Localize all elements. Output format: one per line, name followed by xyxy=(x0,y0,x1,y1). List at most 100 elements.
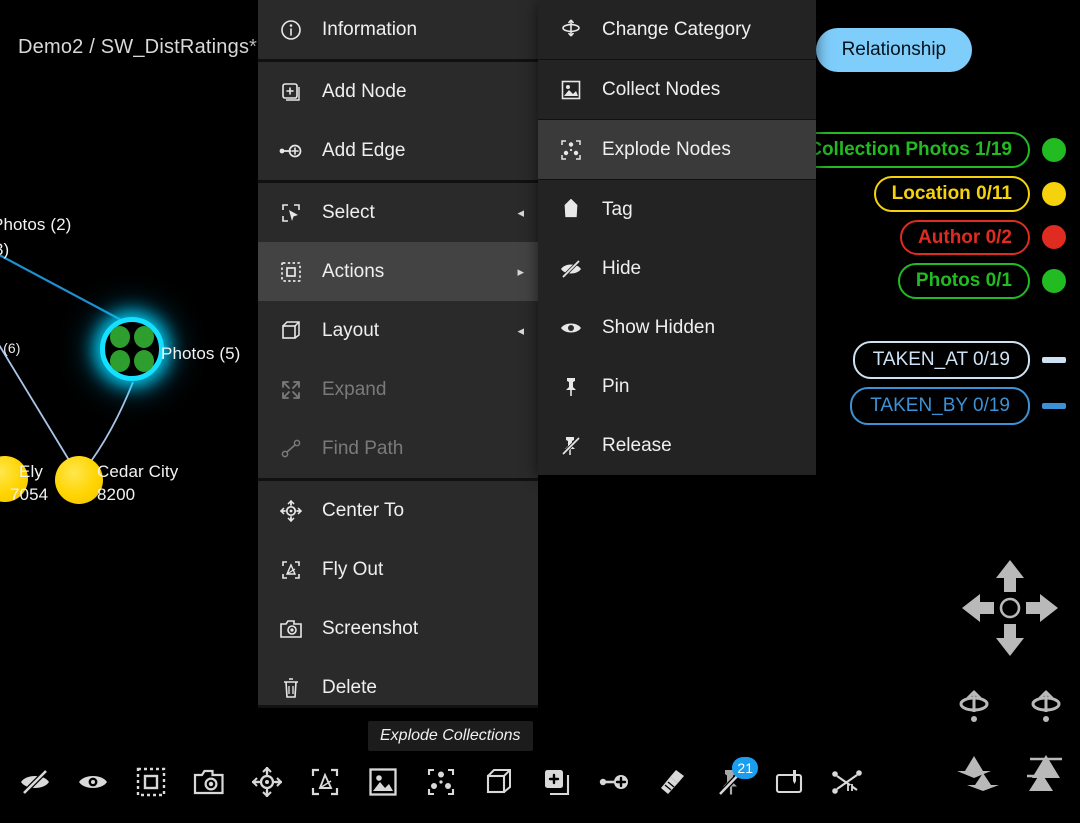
center-to-icon xyxy=(276,499,306,523)
toolbar-screenshot-button[interactable] xyxy=(180,753,238,811)
legend-swatch xyxy=(1042,138,1066,162)
lighting-low-icon xyxy=(963,767,1003,797)
menu-item-label: Explode Nodes xyxy=(602,139,802,161)
annotate-pen-icon xyxy=(774,768,804,796)
trash-icon xyxy=(276,676,306,700)
menu-item-information[interactable]: Information xyxy=(258,0,538,59)
tab-relationship[interactable]: Relationship xyxy=(816,28,973,72)
menu-item-label: Screenshot xyxy=(322,618,524,640)
tag-icon xyxy=(556,198,586,222)
legend-pill-photos[interactable]: Photos 0/1 xyxy=(898,263,1030,299)
explode-nodes-icon xyxy=(556,138,586,162)
menu-item-pin[interactable]: Pin xyxy=(538,357,816,416)
toolbar-cut-edges-button[interactable] xyxy=(818,753,876,811)
toolbar-show-button[interactable] xyxy=(64,753,122,811)
toolbar-layout-button[interactable] xyxy=(470,753,528,811)
menu-item-center-to[interactable]: Center To xyxy=(258,481,538,540)
legend-pill-author[interactable]: Author 0/2 xyxy=(900,220,1030,256)
toolbar-release-pins-button[interactable]: 21 xyxy=(702,753,760,811)
menu-item-add-node[interactable]: Add Node xyxy=(258,62,538,121)
menu-item-fly-out[interactable]: Fly Out xyxy=(258,540,538,599)
add-edge-icon xyxy=(599,771,631,793)
camera-icon xyxy=(276,617,306,641)
graph-node-cedar-city[interactable] xyxy=(55,456,103,504)
legend-pill-collection-photos[interactable]: Collection Photos 1/19 xyxy=(790,132,1030,168)
context-menu[interactable]: Information Add Node Add Edge Select ◂ xyxy=(258,0,538,708)
hide-eye-icon xyxy=(19,769,51,795)
info-icon xyxy=(276,18,306,42)
legend-row[interactable]: TAKEN_AT 0/19 xyxy=(853,341,1066,379)
change-category-icon xyxy=(556,18,586,42)
graph-label-photos-2: Photos (2) xyxy=(0,215,71,235)
bottom-toolbar[interactable]: 21 xyxy=(0,740,1080,823)
menu-item-layout[interactable]: Layout ◂ xyxy=(258,301,538,360)
menu-item-delete[interactable]: Delete xyxy=(258,658,538,717)
menu-item-select[interactable]: Select ◂ xyxy=(258,183,538,242)
graph-label-partial-3: 3) xyxy=(0,240,9,260)
graph-label-cedar-city: Cedar City xyxy=(97,462,178,482)
menu-item-label: Tag xyxy=(602,199,802,221)
toolbar-collect-button[interactable] xyxy=(354,753,412,811)
menu-item-tag[interactable]: Tag xyxy=(538,180,816,239)
toolbar-flyout-button[interactable] xyxy=(296,753,354,811)
menu-item-collect-nodes[interactable]: Collect Nodes xyxy=(538,60,816,119)
clean-broom-icon xyxy=(658,767,688,797)
menu-item-label: Release xyxy=(602,435,802,457)
toolbar-hide-button[interactable] xyxy=(6,753,64,811)
chevron-left-icon: ◂ xyxy=(517,205,524,221)
toolbar-explode-button[interactable] xyxy=(412,753,470,811)
menu-item-explode-nodes[interactable]: Explode Nodes xyxy=(538,120,816,179)
legend-swatch xyxy=(1042,269,1066,293)
menu-item-actions[interactable]: Actions ▸ xyxy=(258,242,538,301)
collect-nodes-icon xyxy=(368,767,398,797)
actions-submenu[interactable]: Change Category Collect Nodes Explode No… xyxy=(538,0,816,475)
lighting-high-icon xyxy=(1021,767,1061,797)
graph-label-photos-5: Photos (5) xyxy=(161,344,240,364)
toolbar-lighting-high-button[interactable] xyxy=(1012,753,1070,811)
legend-row[interactable]: Collection Photos 1/19 xyxy=(790,132,1066,168)
rotate-controls[interactable] xyxy=(952,688,1068,732)
toolbar-right-group[interactable] xyxy=(954,753,1080,811)
legend-row[interactable]: Author 0/2 xyxy=(900,220,1066,256)
menu-item-change-category[interactable]: Change Category xyxy=(538,0,816,59)
toolbar-center-button[interactable] xyxy=(238,753,296,811)
toolbar-add-edge-button[interactable] xyxy=(586,753,644,811)
add-node-icon xyxy=(542,767,572,797)
menu-item-show-hidden[interactable]: Show Hidden xyxy=(538,298,816,357)
show-eye-icon xyxy=(556,316,586,340)
find-path-icon xyxy=(276,437,306,461)
chevron-right-icon: ▸ xyxy=(517,264,524,280)
legend-pill-taken-at[interactable]: TAKEN_AT 0/19 xyxy=(853,341,1030,379)
toolbar-lighting-low-button[interactable] xyxy=(954,753,1012,811)
legend-row[interactable]: Photos 0/1 xyxy=(898,263,1066,299)
cut-edges-icon xyxy=(831,769,863,795)
menu-item-screenshot[interactable]: Screenshot xyxy=(258,599,538,658)
menu-item-label: Select xyxy=(322,202,517,224)
navigation-pad[interactable] xyxy=(958,556,1062,660)
menu-item-release[interactable]: Release xyxy=(538,416,816,475)
legend-row[interactable]: Location 0/11 xyxy=(874,176,1066,212)
legend-row[interactable]: TAKEN_BY 0/19 xyxy=(850,387,1066,425)
menu-item-label: Change Category xyxy=(602,19,802,41)
layout-cube-icon xyxy=(276,319,306,343)
menu-item-label: Information xyxy=(322,19,524,41)
menu-item-label: Add Edge xyxy=(322,140,524,162)
menu-item-add-edge[interactable]: Add Edge xyxy=(258,121,538,180)
graph-application-window: Photos (2) 3) s (6) Photos (5) Ely 7054 … xyxy=(0,0,1080,823)
menu-separator xyxy=(258,705,538,708)
menu-item-label: Layout xyxy=(322,320,517,342)
breadcrumb[interactable]: Demo2 / SW_DistRatings* xyxy=(18,36,257,59)
status-badge: 21 xyxy=(732,757,758,779)
legend-pill-taken-by[interactable]: TAKEN_BY 0/19 xyxy=(850,387,1030,425)
menu-item-hide[interactable]: Hide xyxy=(538,239,816,298)
toolbar-clean-button[interactable] xyxy=(644,753,702,811)
collection-pip xyxy=(134,350,154,372)
graph-node-photos-collection[interactable] xyxy=(100,317,164,381)
toolbar-annotate-button[interactable] xyxy=(760,753,818,811)
legend-pill-location[interactable]: Location 0/11 xyxy=(874,176,1030,212)
layout-cube-icon xyxy=(484,767,514,797)
legend-swatch xyxy=(1042,357,1066,363)
toolbar-select-button[interactable] xyxy=(122,753,180,811)
toolbar-add-node-button[interactable] xyxy=(528,753,586,811)
arrow-up-icon xyxy=(996,560,1024,592)
